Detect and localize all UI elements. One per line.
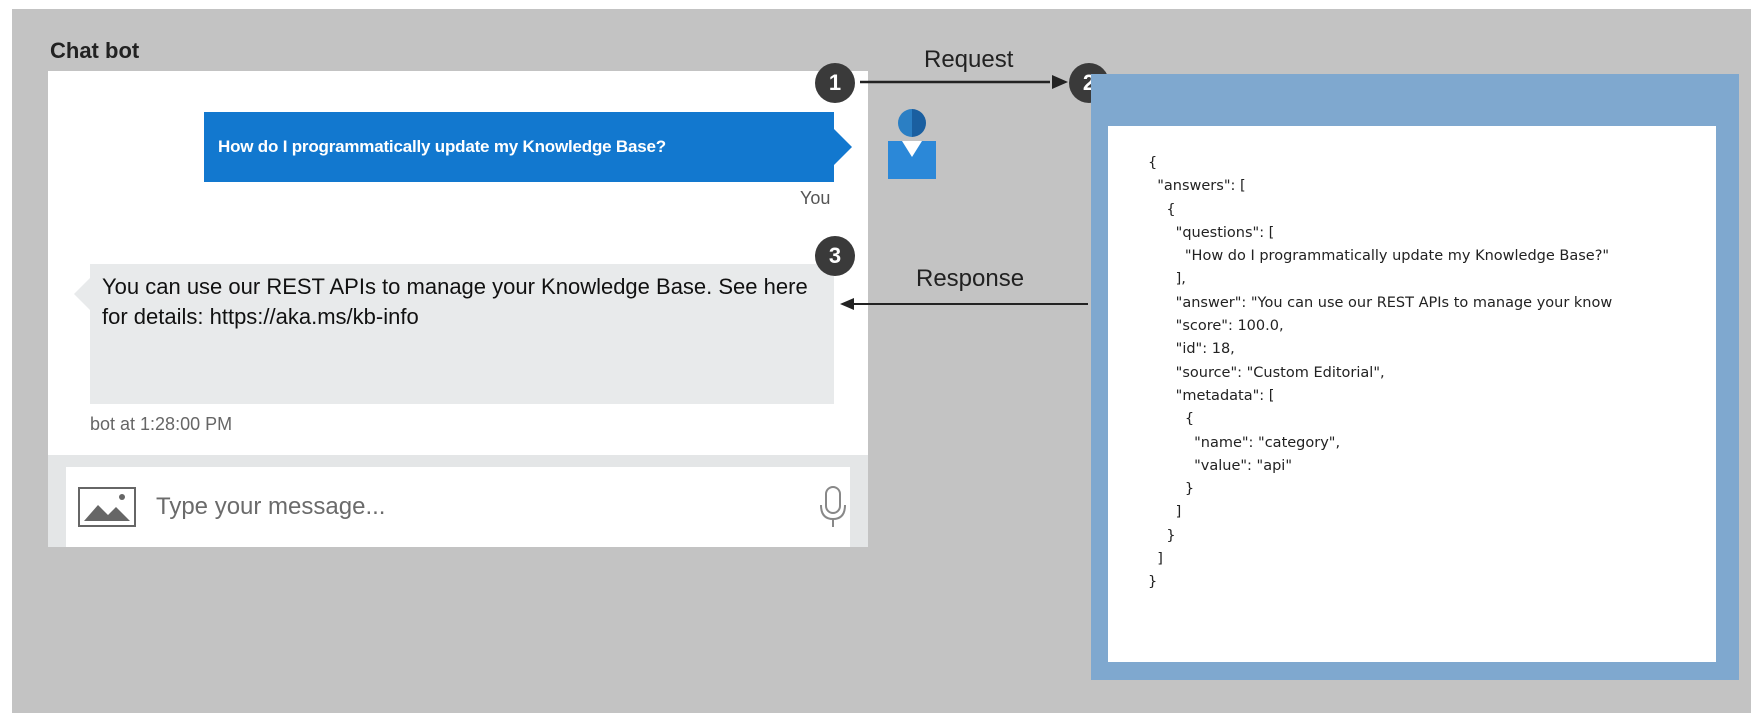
json-line: "source": "Custom Editorial",	[1148, 364, 1385, 381]
response-label: Response	[916, 265, 1025, 292]
json-line: "How do I programmatically update my Kno…	[1148, 248, 1610, 265]
json-line: {	[1148, 411, 1195, 428]
json-response: { "answers": [ { "questions": [ "How do …	[1108, 126, 1716, 662]
json-line: {	[1148, 201, 1176, 218]
json-line: "score": 100.0,	[1148, 318, 1284, 335]
response-arrowhead	[840, 298, 854, 310]
step-3-badge: 3	[815, 236, 855, 276]
json-line: }	[1148, 481, 1195, 498]
json-line: "metadata": [	[1148, 387, 1275, 404]
json-line: "answer": "You can use our REST APIs to …	[1148, 294, 1613, 311]
json-line: ]	[1148, 551, 1163, 568]
json-line: ],	[1148, 271, 1186, 288]
json-line: }	[1148, 574, 1158, 591]
json-line: "name": "category",	[1148, 434, 1341, 451]
json-line: ]	[1148, 504, 1182, 521]
json-line: {	[1148, 155, 1158, 171]
json-line: "id": 18,	[1148, 341, 1235, 358]
json-line: }	[1148, 527, 1176, 544]
request-label: Request	[924, 46, 1014, 73]
request-arrowhead	[1052, 75, 1068, 89]
json-line: "questions": [	[1148, 224, 1275, 241]
json-line: "answers": [	[1148, 178, 1246, 195]
json-code-block: { "answers": [ { "questions": [ "How do …	[1108, 126, 1716, 595]
step-1-badge: 1	[815, 63, 855, 103]
json-line: "value": "api"	[1148, 457, 1292, 474]
api-response-panel: { "answers": [ { "questions": [ "How do …	[1091, 74, 1739, 680]
